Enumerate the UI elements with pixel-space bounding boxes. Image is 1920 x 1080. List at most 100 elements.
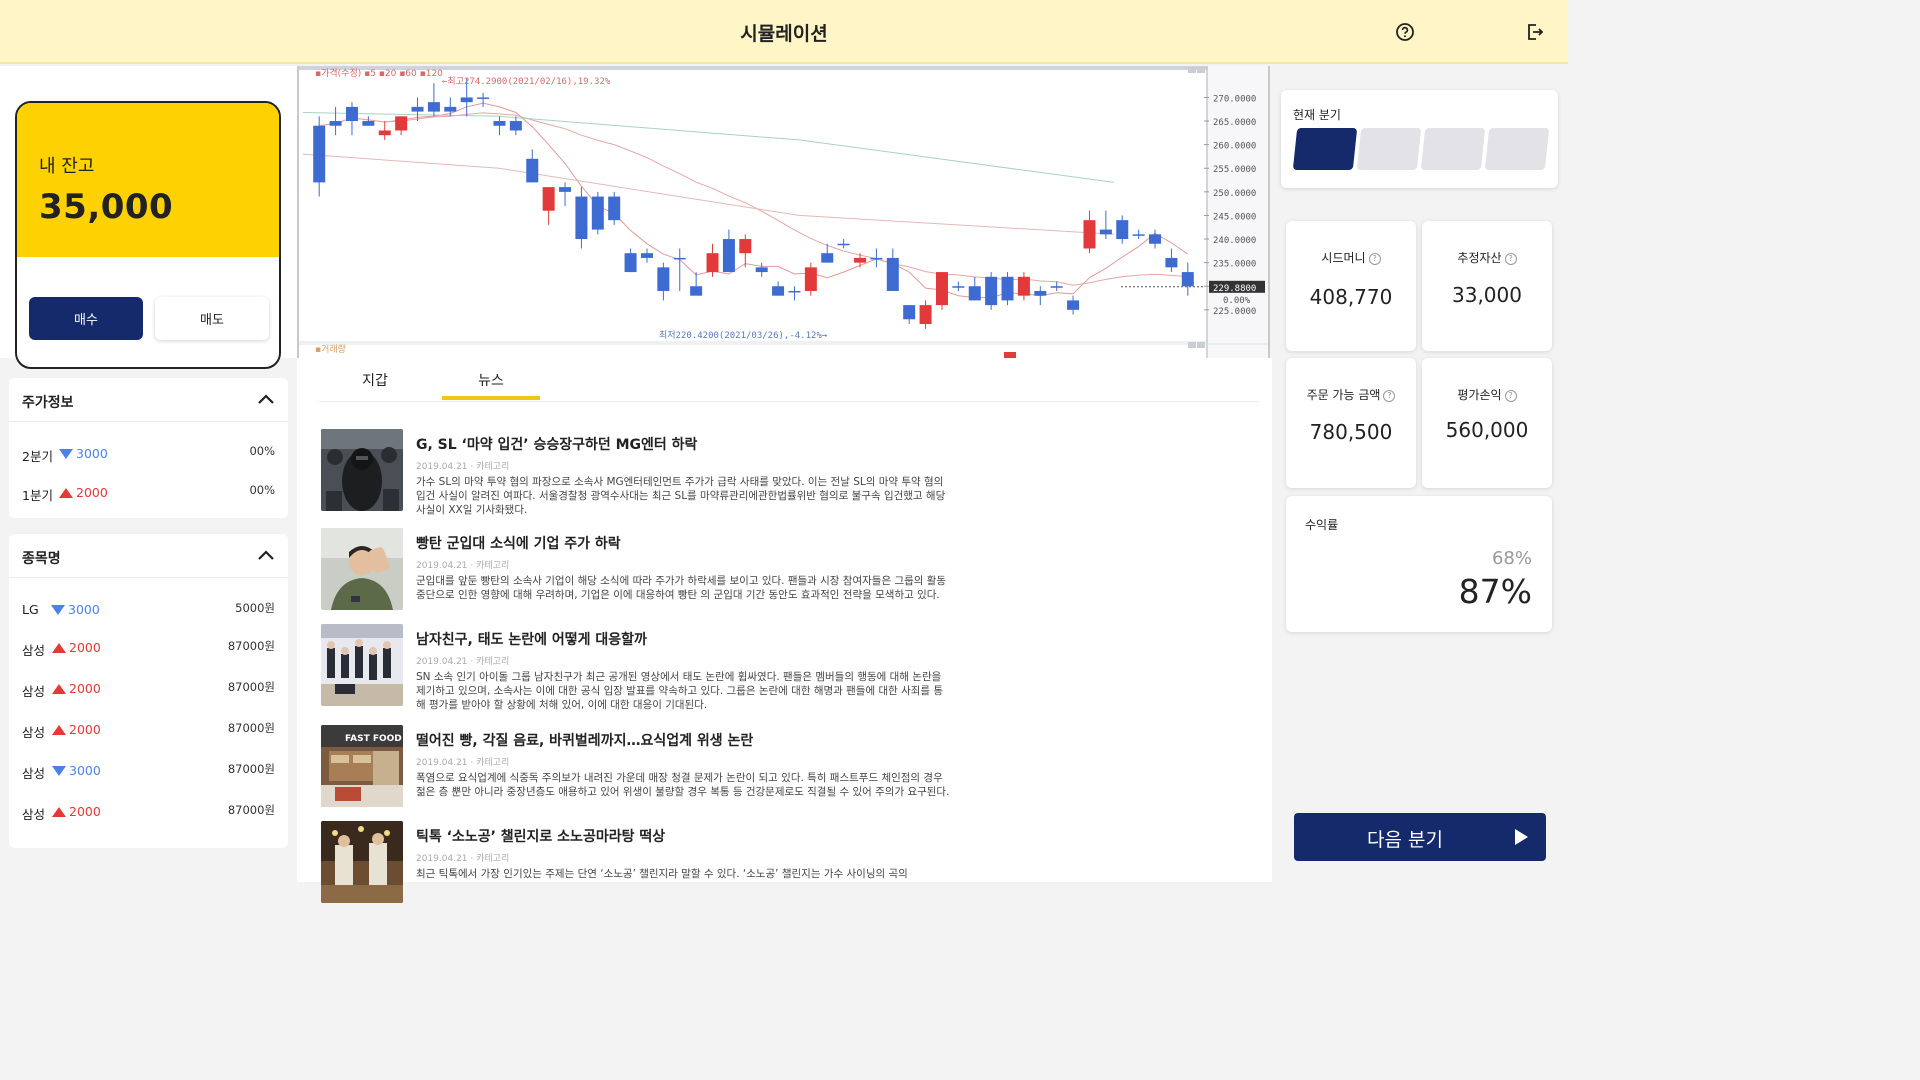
row-label: 2분기 [22,449,53,464]
stock-row[interactable]: 삼성 2000 87000원 [9,720,288,740]
candle-body [493,121,506,126]
balance-amount: 35,000 [39,187,174,227]
news-body: 군입대를 앞둔 빵탄의 소속사 기업이 해당 소식에 따라 주가가 하락세를 보… [416,575,947,601]
chevron-up-icon[interactable] [257,548,275,562]
tab-wallet[interactable]: 지갑 [355,370,395,390]
candle-body [886,257,899,291]
news-thumbnail[interactable] [321,624,403,706]
stat-label: 시드머니 [1321,251,1366,265]
stat-label: 평가손익 [1457,388,1502,402]
stock-change: 3000 [68,602,100,617]
stock-name: 삼성 [22,766,46,781]
stock-row[interactable]: 삼성 3000 87000원 [9,761,288,781]
news-thumbnail[interactable] [321,528,403,610]
quarter-segment [1292,128,1358,170]
news-item[interactable]: 빵탄 군입대 소식에 기업 주가 하락 2019.04.21 · 카테고리군입대를… [321,528,961,618]
candle-body [345,106,358,122]
sell-button[interactable]: 매도 [155,297,269,340]
candle-body [1149,234,1162,244]
news-item[interactable]: 틱톡 ‘소노공’ 챌린지로 소노공마라탕 떡상 2019.04.21 · 카테고리… [321,821,961,911]
candle-body [329,121,342,126]
news-item[interactable]: G, SL ‘마약 입건’ 승승장구하던 MG엔터 하락 2019.04.21 ·… [321,429,961,519]
news-headline[interactable]: G, SL ‘마약 입건’ 승승장구하던 MG엔터 하락 [416,434,697,454]
stat-label: 주문 가능 금액 [1306,388,1381,402]
yield-previous: 68% [1491,548,1532,569]
price-info-row: 2분기 3000 00% [9,444,288,464]
app-header: 시뮬레이션 [0,0,1568,64]
candle-body [427,102,440,112]
candlestick-chart[interactable]: 270.0000 265.0000 260.0000 255.0000 250.0000… [299,66,1268,358]
stock-row[interactable]: 삼성 2000 87000원 [9,638,288,658]
yield-current: 87% [1458,572,1532,611]
stock-list-header[interactable]: 종목명 [9,534,288,578]
help-icon[interactable]: ? [1383,390,1396,402]
candle-body [608,196,621,221]
candle-body [1083,220,1096,249]
candle-body [854,257,867,263]
stat-value: 33,000 [1452,283,1522,307]
news-thumbnail[interactable] [321,821,403,903]
candle-body [722,239,735,273]
candle-body [1116,220,1129,240]
help-circle-icon[interactable] [1393,20,1417,44]
price-info-panel: 주가정보 2분기 3000 00% 1분기 2000 00% [9,378,288,518]
chevron-up-icon[interactable] [257,392,275,406]
candle-body [640,253,653,258]
down-triangle-icon [52,766,66,776]
tab-bar: 지갑 뉴스 [319,358,1259,402]
buy-button[interactable]: 매수 [29,297,143,340]
min-price-annotation: 최저220.4200(2021/03/26),-4.12%→ [659,330,828,341]
stock-price: 87000원 [227,762,275,776]
help-icon[interactable]: ? [1368,253,1381,265]
price-info-row: 1분기 2000 00% [9,483,288,503]
stock-price: 87000원 [227,803,275,817]
candle-body [919,305,932,324]
tab-news[interactable]: 뉴스 [442,370,540,390]
stock-list-title: 종목명 [22,551,61,567]
news-thumbnail[interactable] [321,429,403,511]
news-item[interactable]: 남자친구, 태도 논란에 어떻게 대응할까 2019.04.21 · 카테고리 SN… [321,624,961,714]
candle-body [968,286,981,301]
news-meta: 2019.04.21 · 카테고리 [416,561,510,571]
candle-body [1034,290,1047,296]
help-icon[interactable]: ? [1504,390,1517,402]
news-headline[interactable]: 떨어진 빵, 각질 음료, 바퀴벌레까지…요식업계 위생 논란 [416,730,753,750]
quarter-segment [1356,128,1422,170]
candle-body [657,267,670,291]
max-price-annotation: ←최고274.2900(2021/02/16),19.32% [442,76,611,87]
news-headline[interactable]: 틱톡 ‘소노공’ 챌린지로 소노공마라탕 떡상 [416,826,665,846]
stat-value: 780,500 [1309,420,1393,444]
price-info-header[interactable]: 주가정보 [9,378,288,422]
row-label: 1분기 [22,488,53,503]
stock-row[interactable]: 삼성 2000 87000원 [9,802,288,822]
candle-body [772,286,785,296]
next-quarter-button[interactable]: 다음 분기 [1294,813,1546,861]
y-tick-label: 255.0000 [1213,165,1256,175]
stock-row[interactable]: LG 3000 5000원 [9,600,288,620]
up-triangle-icon [52,643,66,653]
news-item[interactable]: FAST FOOD 떨어진 빵, 각질 음료, 바퀴벌레까지…요식업계 위생 논란… [321,725,961,815]
balance-label: 내 잔고 [39,156,95,177]
candle-body [673,257,686,260]
quarter-segment [1420,128,1486,170]
stat-card-estimated-assets: 추정자산? 33,000 [1422,221,1552,351]
news-thumbnail[interactable]: FAST FOOD [321,725,403,807]
stat-value: 408,770 [1309,285,1393,309]
help-icon[interactable]: ? [1504,253,1517,265]
candle-body [706,253,719,273]
candle-body [395,116,408,131]
stat-card-seed: 시드머니? 408,770 [1286,221,1416,351]
news-headline[interactable]: 남자친구, 태도 논란에 어떻게 대응할까 [416,629,647,649]
stock-row[interactable]: 삼성 2000 87000원 [9,679,288,699]
play-icon [1515,829,1528,845]
candle-body [903,305,916,320]
stock-price: 5000원 [235,601,275,615]
logout-icon[interactable] [1523,20,1547,44]
news-headline[interactable]: 빵탄 군입대 소식에 기업 주가 하락 [416,533,621,553]
yield-label: 수익률 [1305,518,1339,532]
up-triangle-icon [59,488,73,498]
candle-body [870,257,883,260]
volume-minimize-icon [1188,342,1196,348]
stock-chart[interactable]: 270.0000 265.0000 260.0000 255.0000 250.0000… [297,66,1270,358]
candle-body [837,243,850,246]
